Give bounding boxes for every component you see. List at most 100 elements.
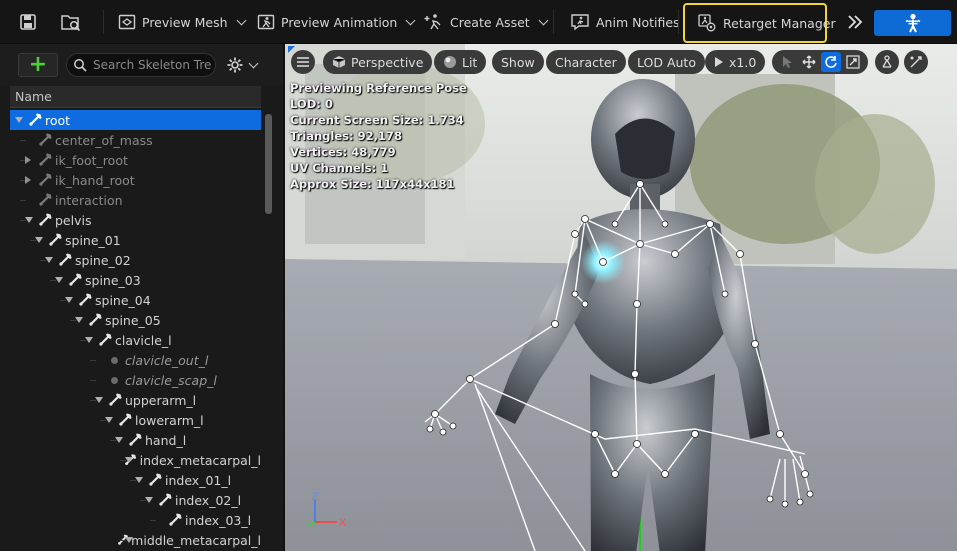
retarget-manager-button[interactable]: Retarget Manager (683, 3, 836, 43)
bone-icon (29, 113, 42, 126)
tree-row-lowerarm_l[interactable]: lowerarm_l (10, 410, 261, 430)
tree-row-index_metacarpal_l[interactable]: index_metacarpal_l (10, 450, 261, 470)
tree-row-root[interactable]: root (10, 110, 261, 130)
tree-row-spine_02[interactable]: spine_02 (10, 250, 261, 270)
create-asset-icon (424, 14, 441, 30)
expand-arrow-icon[interactable] (115, 437, 123, 443)
expand-arrow-icon[interactable] (45, 257, 53, 263)
tree-row-pelvis[interactable]: pelvis (10, 210, 261, 230)
chevron-down-icon (538, 15, 549, 25)
tree-row-ik_hand_root[interactable]: ik_hand_root (10, 170, 261, 190)
tree-row-label: clavicle_out_l (125, 352, 209, 368)
save-button[interactable] (14, 8, 42, 36)
browse-asset-button[interactable] (57, 8, 85, 36)
expand-arrow-icon[interactable] (125, 537, 133, 543)
tree-row-clavicle_l[interactable]: clavicle_l (10, 330, 261, 350)
tree-row-label: spine_04 (95, 292, 151, 308)
bone-selection-button[interactable] (904, 50, 928, 74)
expand-arrow-icon[interactable] (135, 477, 143, 483)
virtual-bone-icon (39, 193, 52, 206)
tree-row-label: index_03_l (185, 512, 252, 528)
show-button[interactable]: Show (492, 50, 544, 74)
search-box[interactable] (66, 53, 216, 77)
bone-icon (129, 433, 142, 446)
translate-tool[interactable] (799, 52, 819, 72)
tree-row-middle_metacarpal_l[interactable]: middle_metacarpal_l (10, 530, 261, 550)
tree-row-clavicle_scap_l[interactable]: clavicle_scap_l (10, 370, 261, 390)
tree-row-spine_05[interactable]: spine_05 (10, 310, 261, 330)
cursor-icon (783, 56, 792, 68)
play-rate-label: x1.0 (729, 54, 757, 70)
expand-arrow-icon[interactable] (85, 337, 93, 343)
preview-animation-button[interactable]: Preview Animation (251, 8, 420, 36)
stats-approx-size: Approx Size: 117x44x181 (290, 177, 455, 191)
rotate-tool[interactable] (821, 52, 841, 72)
expand-arrow-icon[interactable] (35, 237, 43, 243)
hamburger-icon (297, 57, 309, 67)
transform-tools (772, 50, 868, 74)
anim-notifies-button[interactable]: Anim Notifies (564, 8, 686, 36)
axis-x-label: X (339, 517, 347, 529)
expand-arrow-icon[interactable] (25, 217, 33, 223)
expand-arrow-icon[interactable] (125, 457, 133, 463)
preview-viewport[interactable]: Perspective Lit Show Character LOD Auto … (285, 44, 957, 551)
expand-arrow-icon[interactable] (145, 497, 153, 503)
scale-icon (846, 55, 860, 69)
tree-row-clavicle_out_l[interactable]: clavicle_out_l (10, 350, 261, 370)
stats-lod: LOD: 0 (290, 97, 333, 111)
preview-mesh-button[interactable]: Preview Mesh (112, 8, 251, 36)
collapsed-arrow-icon[interactable] (25, 156, 31, 164)
expand-arrow-icon[interactable] (55, 277, 63, 283)
scale-tool[interactable] (843, 52, 863, 72)
bone-icon (159, 493, 172, 506)
tree-row-index_01_l[interactable]: index_01_l (10, 470, 261, 490)
expand-arrow-icon[interactable] (15, 117, 23, 123)
preview-animation-label: Preview Animation (281, 14, 398, 30)
skeleton-joint-icon (882, 55, 892, 68)
tree-row-upperarm_l[interactable]: upperarm_l (10, 390, 261, 410)
socket-icon (111, 376, 118, 384)
create-asset-button[interactable]: Create Asset (418, 8, 553, 36)
tree-row-index_02_l[interactable]: index_02_l (10, 490, 261, 510)
tree-row-spine_04[interactable]: spine_04 (10, 290, 261, 310)
name-column-header[interactable]: Name (10, 86, 261, 108)
gear-icon (227, 57, 243, 73)
tree-row-ik_foot_root[interactable]: ik_foot_root (10, 150, 261, 170)
coordinate-space-button[interactable] (875, 50, 899, 74)
stats-uv-channels: UV Channels: 1 (290, 161, 389, 175)
bone-icon (49, 233, 62, 246)
perspective-button[interactable]: Perspective (323, 50, 433, 74)
collapsed-arrow-icon[interactable] (25, 176, 31, 184)
more-options-button[interactable] (840, 8, 870, 36)
search-input[interactable] (93, 58, 211, 72)
lit-sphere-icon (444, 56, 456, 68)
skeleton-tree-panel: + Name root center_of_mass ik_foot_root ik_… (0, 44, 283, 551)
tree-row-interaction[interactable]: interaction (10, 190, 261, 210)
tree-scrollbar[interactable] (265, 114, 272, 214)
axis-gizmo: Z X (306, 492, 347, 529)
tree-row-hand_l[interactable]: hand_l (10, 430, 261, 450)
tree-row-spine_03[interactable]: spine_03 (10, 270, 261, 290)
axis-z-label: Z (312, 492, 319, 503)
character-button[interactable]: Character (546, 50, 626, 74)
expand-arrow-icon[interactable] (95, 397, 103, 403)
skeleton-tree: root center_of_mass ik_foot_root ik_hand_ro… (10, 110, 261, 551)
select-tool[interactable] (777, 52, 797, 72)
lod-button[interactable]: LOD Auto (628, 50, 705, 74)
chevron-down-icon (236, 15, 246, 25)
tree-row-spine_01[interactable]: spine_01 (10, 230, 261, 250)
tree-settings-button[interactable] (226, 54, 266, 76)
view-mode-lit-button[interactable]: Lit (434, 50, 487, 74)
cube-icon (332, 56, 346, 68)
play-rate-button[interactable]: x1.0 (705, 50, 766, 74)
expand-arrow-icon[interactable] (65, 297, 73, 303)
viewport-options-button[interactable] (291, 50, 315, 74)
bone-tool-icon (910, 56, 922, 68)
add-socket-button[interactable]: + (18, 53, 58, 77)
expand-arrow-icon[interactable] (105, 417, 113, 423)
skeleton-mode-button[interactable] (874, 10, 951, 36)
expand-arrow-icon[interactable] (75, 317, 83, 323)
tree-row-label: clavicle_scap_l (125, 372, 217, 388)
tree-row-index_03_l[interactable]: index_03_l (10, 510, 261, 530)
tree-row-center_of_mass[interactable]: center_of_mass (10, 130, 261, 150)
